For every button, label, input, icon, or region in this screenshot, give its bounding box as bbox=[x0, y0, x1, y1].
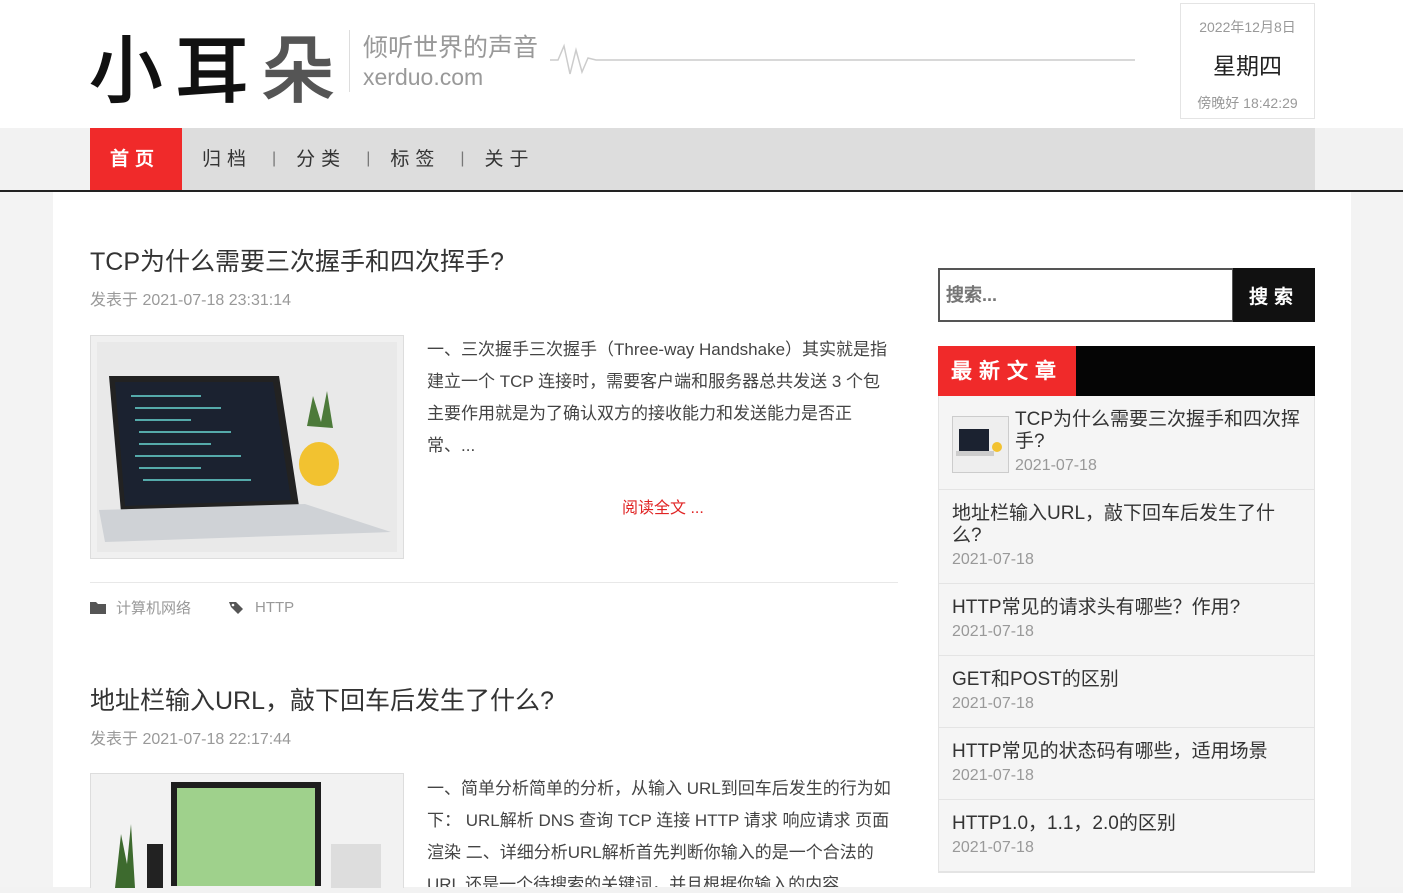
post-excerpt: 一、三次握手三次握手（Three-way Handshake）其实就是指建立一个… bbox=[427, 340, 888, 455]
sound-wave-icon bbox=[550, 43, 1135, 75]
post-excerpt: 一、简单分析简单的分析，从输入 URL到回车后发生的行为如下： URL解析 DN… bbox=[427, 779, 891, 887]
recent-post-title[interactable]: HTTP常见的状态码有哪些，适用场景 bbox=[952, 741, 1301, 763]
nav-tags[interactable]: 标签 bbox=[370, 128, 460, 190]
recent-post-date: 2021-07-18 bbox=[952, 695, 1034, 712]
site-header: 小耳朵 倾听世界的声音 xerduo.com 2022年12月8日 星期四 傍晚… bbox=[0, 0, 1403, 128]
recent-post-title[interactable]: HTTP常见的请求头有哪些？作用? bbox=[952, 597, 1301, 619]
search-input[interactable] bbox=[938, 268, 1234, 322]
greeting-time: 傍晚好 18:42:29 bbox=[1197, 95, 1298, 111]
nav-home[interactable]: 首页 bbox=[90, 128, 182, 190]
recent-post-item[interactable]: HTTP1.0，1.1，2.0的区别 2021-07-18 bbox=[939, 800, 1314, 872]
date-widget: 2022年12月8日 星期四 傍晚好 18:42:29 bbox=[1180, 3, 1315, 119]
recent-post-title[interactable]: TCP为什么需要三次握手和四次挥手? bbox=[1015, 409, 1301, 453]
recent-post-date: 2021-07-18 bbox=[1015, 457, 1097, 474]
recent-post-item[interactable]: GET和POST的区别 2021-07-18 bbox=[939, 656, 1314, 728]
recent-post-title[interactable]: 地址栏输入URL，敲下回车后发生了什么? bbox=[952, 503, 1301, 547]
tags-icon bbox=[229, 601, 244, 614]
current-weekday: 星期四 bbox=[1213, 53, 1282, 79]
read-more-link[interactable]: 阅读全文 ... bbox=[622, 494, 704, 518]
nav-archive[interactable]: 归档 bbox=[182, 128, 272, 190]
post-taxonomy: 计算机网络 HTTP bbox=[90, 597, 294, 618]
recent-posts-title: 最新文章 bbox=[938, 346, 1076, 396]
post-thumbnail[interactable] bbox=[90, 335, 404, 559]
site-tagline: 倾听世界的声音 bbox=[363, 34, 539, 62]
search-button[interactable]: 搜索 bbox=[1233, 268, 1315, 322]
logo-divider bbox=[349, 30, 350, 92]
recent-post-title[interactable]: HTTP1.0，1.1，2.0的区别 bbox=[952, 813, 1301, 835]
post-title[interactable]: 地址栏输入URL，敲下回车后发生了什么? bbox=[90, 681, 554, 717]
main-nav: 首页 归档 | 分类 | 标签 | 关于 bbox=[90, 128, 1315, 190]
monitor-image bbox=[91, 774, 403, 888]
nav-categories[interactable]: 分类 bbox=[276, 128, 366, 190]
recent-post-date: 2021-07-18 bbox=[952, 551, 1034, 568]
recent-post-date: 2021-07-18 bbox=[952, 767, 1034, 784]
post-tag[interactable]: HTTP bbox=[255, 599, 294, 616]
nav-bottom-border bbox=[0, 190, 1403, 192]
post-date: 发表于 2021-07-18 22:17:44 bbox=[90, 731, 292, 748]
recent-post-item[interactable]: TCP为什么需要三次握手和四次挥手? 2021-07-18 bbox=[939, 396, 1314, 490]
recent-post-item[interactable]: HTTP常见的状态码有哪些，适用场景 2021-07-18 bbox=[939, 728, 1314, 800]
laptop-image bbox=[91, 336, 403, 558]
post-divider bbox=[90, 582, 898, 583]
recent-post-thumbnail bbox=[952, 416, 1009, 473]
site-logo[interactable]: 小耳朵 bbox=[90, 22, 340, 113]
recent-post-date: 2021-07-18 bbox=[952, 839, 1034, 856]
recent-posts-list: TCP为什么需要三次握手和四次挥手? 2021-07-18 地址栏输入URL，敲… bbox=[938, 396, 1315, 873]
post-thumbnail[interactable] bbox=[90, 773, 404, 888]
folder-icon bbox=[90, 601, 106, 614]
recent-post-item[interactable]: HTTP常见的请求头有哪些？作用? 2021-07-18 bbox=[939, 584, 1314, 656]
post-category[interactable]: 计算机网络 bbox=[116, 597, 191, 618]
recent-post-date: 2021-07-18 bbox=[952, 623, 1034, 640]
laptop-image bbox=[953, 417, 1008, 472]
recent-post-item[interactable]: 地址栏输入URL，敲下回车后发生了什么? 2021-07-18 bbox=[939, 490, 1314, 584]
post-title[interactable]: TCP为什么需要三次握手和四次挥手? bbox=[90, 242, 504, 278]
current-date: 2022年12月8日 bbox=[1199, 19, 1296, 35]
recent-post-title[interactable]: GET和POST的区别 bbox=[952, 669, 1301, 691]
site-domain: xerduo.com bbox=[363, 64, 484, 90]
post-date: 发表于 2021-07-18 23:31:14 bbox=[90, 292, 292, 309]
recent-posts-header: 最新文章 bbox=[938, 346, 1315, 396]
nav-about[interactable]: 关于 bbox=[465, 128, 555, 190]
